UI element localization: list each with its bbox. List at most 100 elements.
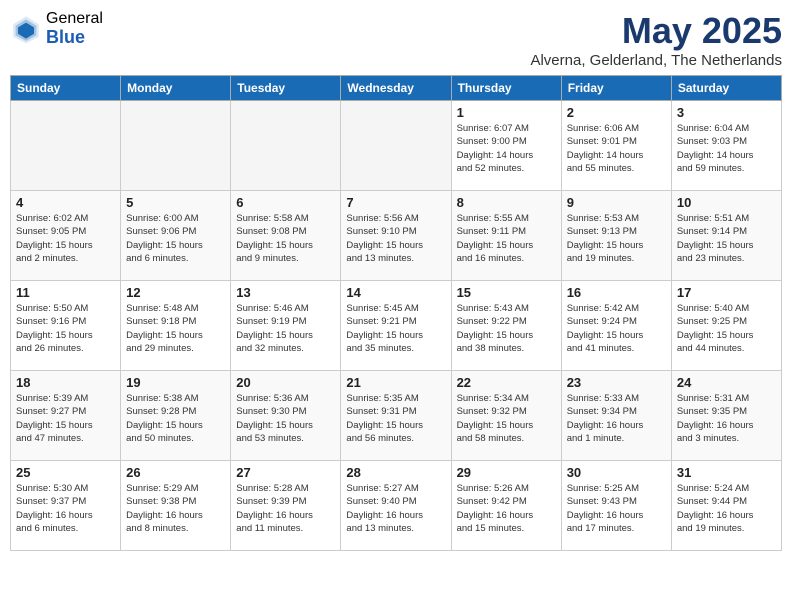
day-number: 31 [677, 465, 776, 480]
day-cell: 2Sunrise: 6:06 AM Sunset: 9:01 PM Daylig… [561, 101, 671, 191]
day-cell: 27Sunrise: 5:28 AM Sunset: 9:39 PM Dayli… [231, 461, 341, 551]
logo: General Blue [10, 10, 103, 47]
day-info: Sunrise: 5:27 AM Sunset: 9:40 PM Dayligh… [346, 482, 445, 535]
logo-icon [10, 13, 42, 45]
day-cell: 14Sunrise: 5:45 AM Sunset: 9:21 PM Dayli… [341, 281, 451, 371]
day-cell [121, 101, 231, 191]
day-number: 12 [126, 285, 225, 300]
day-cell [231, 101, 341, 191]
calendar-table: SundayMondayTuesdayWednesdayThursdayFrid… [10, 75, 782, 551]
day-cell: 12Sunrise: 5:48 AM Sunset: 9:18 PM Dayli… [121, 281, 231, 371]
month-title: May 2025 [530, 10, 782, 52]
day-number: 4 [16, 195, 115, 210]
day-info: Sunrise: 5:43 AM Sunset: 9:22 PM Dayligh… [457, 302, 556, 355]
day-info: Sunrise: 5:25 AM Sunset: 9:43 PM Dayligh… [567, 482, 666, 535]
day-number: 19 [126, 375, 225, 390]
day-number: 5 [126, 195, 225, 210]
day-cell: 18 Sunrise: 5:39 AM Sunset: 9:27 PM Dayli… [11, 371, 121, 461]
day-number: 3 [677, 105, 776, 120]
day-info: Sunrise: 5:24 AM Sunset: 9:44 PM Dayligh… [677, 482, 776, 535]
day-info: Sunrise: 6:07 AM Sunset: 9:00 PM Dayligh… [457, 122, 556, 175]
day-cell: 13 Sunrise: 5:46 AM Sunset: 9:19 PM Dayli… [231, 281, 341, 371]
day-cell: 23Sunrise: 5:33 AM Sunset: 9:34 PM Dayli… [561, 371, 671, 461]
day-cell [11, 101, 121, 191]
column-header-tuesday: Tuesday [231, 76, 341, 101]
week-row-5: 25 Sunrise: 5:30 AM Sunset: 9:37 PM Dayli… [11, 461, 782, 551]
day-cell: 4Sunrise: 6:02 AM Sunset: 9:05 PM Daylig… [11, 191, 121, 281]
day-number: 7 [346, 195, 445, 210]
day-cell: 26 Sunrise: 5:29 AM Sunset: 9:38 PM Dayli… [121, 461, 231, 551]
day-number: 16 [567, 285, 666, 300]
day-number: 1 [457, 105, 556, 120]
day-number: 21 [346, 375, 445, 390]
day-info: Sunrise: 5:29 AM Sunset: 9:38 PM Dayligh… [126, 482, 225, 535]
day-info: Sunrise: 5:53 AM Sunset: 9:13 PM Dayligh… [567, 212, 666, 265]
day-number: 25 [16, 465, 115, 480]
day-cell: 25 Sunrise: 5:30 AM Sunset: 9:37 PM Dayli… [11, 461, 121, 551]
day-info: Sunrise: 5:50 AM Sunset: 9:16 PM Dayligh… [16, 302, 115, 355]
day-cell: 7 Sunrise: 5:56 AM Sunset: 9:10 PM Daylig… [341, 191, 451, 281]
day-info: Sunrise: 5:36 AM Sunset: 9:30 PM Dayligh… [236, 392, 335, 445]
day-info: Sunrise: 5:42 AM Sunset: 9:24 PM Dayligh… [567, 302, 666, 355]
day-number: 26 [126, 465, 225, 480]
day-cell: 9 Sunrise: 5:53 AM Sunset: 9:13 PM Daylig… [561, 191, 671, 281]
column-header-monday: Monday [121, 76, 231, 101]
day-number: 22 [457, 375, 556, 390]
day-number: 9 [567, 195, 666, 210]
day-cell: 21 Sunrise: 5:35 AM Sunset: 9:31 PM Dayli… [341, 371, 451, 461]
day-cell: 5 Sunrise: 6:00 AM Sunset: 9:06 PM Daylig… [121, 191, 231, 281]
day-cell [341, 101, 451, 191]
day-number: 11 [16, 285, 115, 300]
header-row: SundayMondayTuesdayWednesdayThursdayFrid… [11, 76, 782, 101]
day-number: 28 [346, 465, 445, 480]
day-info: Sunrise: 5:46 AM Sunset: 9:19 PM Dayligh… [236, 302, 335, 355]
day-number: 17 [677, 285, 776, 300]
day-number: 2 [567, 105, 666, 120]
day-info: Sunrise: 5:34 AM Sunset: 9:32 PM Dayligh… [457, 392, 556, 445]
day-info: Sunrise: 5:35 AM Sunset: 9:31 PM Dayligh… [346, 392, 445, 445]
day-cell: 28 Sunrise: 5:27 AM Sunset: 9:40 PM Dayli… [341, 461, 451, 551]
day-info: Sunrise: 5:39 AM Sunset: 9:27 PM Dayligh… [16, 392, 115, 445]
column-header-saturday: Saturday [671, 76, 781, 101]
location: Alverna, Gelderland, The Netherlands [530, 52, 782, 69]
day-number: 13 [236, 285, 335, 300]
day-info: Sunrise: 5:55 AM Sunset: 9:11 PM Dayligh… [457, 212, 556, 265]
day-number: 20 [236, 375, 335, 390]
logo-blue: Blue [46, 28, 103, 48]
day-cell: 22 Sunrise: 5:34 AM Sunset: 9:32 PM Dayli… [451, 371, 561, 461]
day-info: Sunrise: 5:51 AM Sunset: 9:14 PM Dayligh… [677, 212, 776, 265]
day-info: Sunrise: 5:26 AM Sunset: 9:42 PM Dayligh… [457, 482, 556, 535]
day-cell: 3Sunrise: 6:04 AM Sunset: 9:03 PM Daylig… [671, 101, 781, 191]
day-number: 30 [567, 465, 666, 480]
day-number: 10 [677, 195, 776, 210]
day-cell: 30 Sunrise: 5:25 AM Sunset: 9:43 PM Dayli… [561, 461, 671, 551]
day-number: 18 [16, 375, 115, 390]
title-block: May 2025 Alverna, Gelderland, The Nether… [530, 10, 782, 69]
day-cell: 10 Sunrise: 5:51 AM Sunset: 9:14 PM Dayli… [671, 191, 781, 281]
day-cell: 1 Sunrise: 6:07 AM Sunset: 9:00 PM Daylig… [451, 101, 561, 191]
day-cell: 16 Sunrise: 5:42 AM Sunset: 9:24 PM Dayli… [561, 281, 671, 371]
week-row-3: 11 Sunrise: 5:50 AM Sunset: 9:16 PM Dayli… [11, 281, 782, 371]
column-header-friday: Friday [561, 76, 671, 101]
day-number: 6 [236, 195, 335, 210]
day-info: Sunrise: 5:45 AM Sunset: 9:21 PM Dayligh… [346, 302, 445, 355]
page-header: General Blue May 2025 Alverna, Gelderlan… [10, 10, 782, 69]
day-info: Sunrise: 5:30 AM Sunset: 9:37 PM Dayligh… [16, 482, 115, 535]
day-cell: 11 Sunrise: 5:50 AM Sunset: 9:16 PM Dayli… [11, 281, 121, 371]
column-header-sunday: Sunday [11, 76, 121, 101]
day-info: Sunrise: 5:58 AM Sunset: 9:08 PM Dayligh… [236, 212, 335, 265]
day-info: Sunrise: 5:33 AM Sunset: 9:34 PM Dayligh… [567, 392, 666, 445]
day-number: 29 [457, 465, 556, 480]
day-cell: 31 Sunrise: 5:24 AM Sunset: 9:44 PM Dayli… [671, 461, 781, 551]
day-cell: 29 Sunrise: 5:26 AM Sunset: 9:42 PM Dayli… [451, 461, 561, 551]
day-cell: 19 Sunrise: 5:38 AM Sunset: 9:28 PM Dayli… [121, 371, 231, 461]
week-row-2: 4Sunrise: 6:02 AM Sunset: 9:05 PM Daylig… [11, 191, 782, 281]
day-number: 8 [457, 195, 556, 210]
day-info: Sunrise: 5:38 AM Sunset: 9:28 PM Dayligh… [126, 392, 225, 445]
day-info: Sunrise: 5:56 AM Sunset: 9:10 PM Dayligh… [346, 212, 445, 265]
day-info: Sunrise: 5:40 AM Sunset: 9:25 PM Dayligh… [677, 302, 776, 355]
day-info: Sunrise: 6:00 AM Sunset: 9:06 PM Dayligh… [126, 212, 225, 265]
day-cell: 20 Sunrise: 5:36 AM Sunset: 9:30 PM Dayli… [231, 371, 341, 461]
day-info: Sunrise: 5:28 AM Sunset: 9:39 PM Dayligh… [236, 482, 335, 535]
day-cell: 15Sunrise: 5:43 AM Sunset: 9:22 PM Dayli… [451, 281, 561, 371]
